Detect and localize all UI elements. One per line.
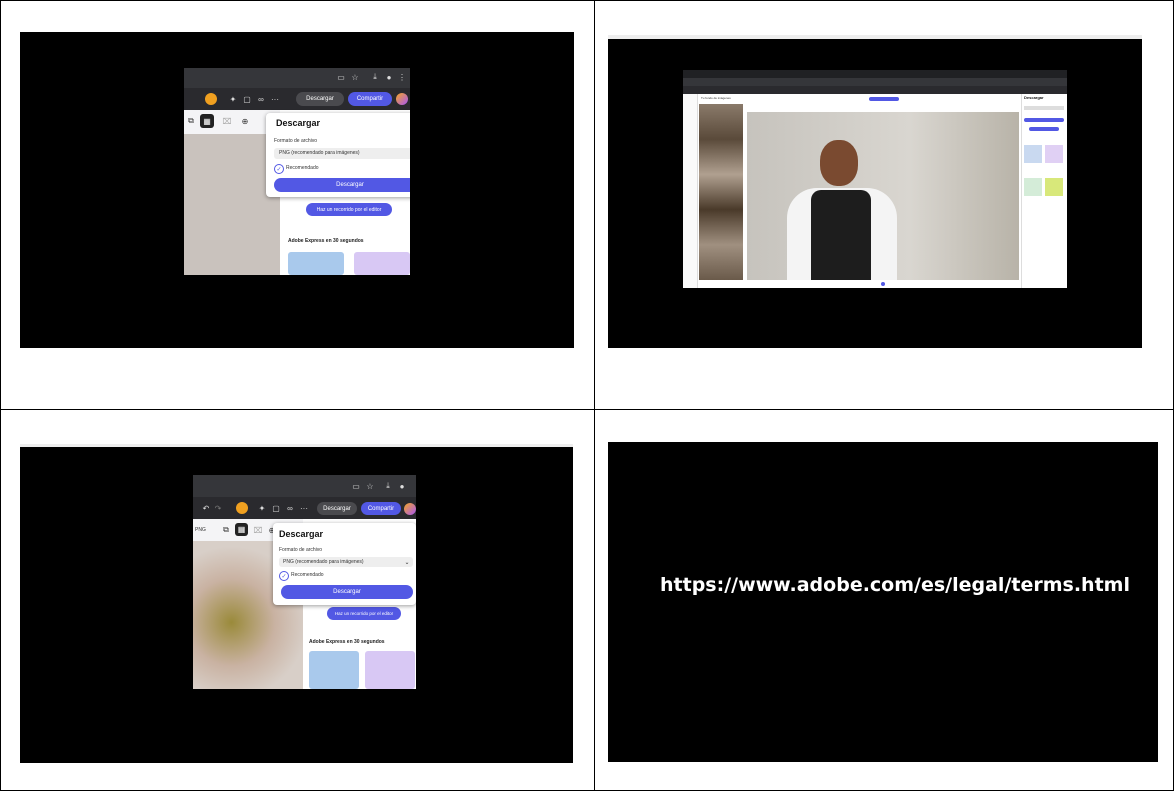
- panel-3-screenshot: ▭ ☆ ⤓ ● ↶ ↷ ✦ ▢ ∞ ··· Descargar Comparti…: [193, 475, 416, 689]
- panel-1-screenshot: ▭ ☆ ⤓ ● ⋮ ✦ ▢ ∞ ··· Descargar Compartir …: [184, 68, 410, 275]
- video-thumb-2[interactable]: [365, 651, 415, 689]
- undo-icon[interactable]: ↶: [201, 503, 211, 513]
- thumbnail-column: [699, 104, 743, 280]
- select-icon[interactable]: ▦: [200, 114, 214, 128]
- express-title: Adobe Express en 30 segundos: [288, 238, 364, 244]
- express-logo-icon[interactable]: [403, 502, 416, 515]
- format-value: PNG (recomendado para imágenes): [283, 559, 364, 565]
- redo-icon[interactable]: ↷: [213, 503, 223, 513]
- avatar-icon: [200, 92, 222, 106]
- format-value: PNG (recomendado para imágenes): [279, 150, 360, 156]
- tour-button[interactable]: Haz un recorrido por el editor: [327, 607, 401, 620]
- chevron-down-icon[interactable]: ⌄: [403, 558, 411, 566]
- right-thumb-2[interactable]: [1045, 145, 1063, 163]
- comment-icon[interactable]: ▢: [242, 94, 252, 104]
- grid-divider-vertical: [594, 0, 595, 791]
- right-panel-title: Descargar: [1024, 95, 1044, 100]
- share-button[interactable]: Compartir: [348, 92, 392, 106]
- panel-2-top-strip: [608, 35, 1142, 39]
- terms-url: https://www.adobe.com/es/legal/terms.htm…: [660, 574, 1130, 596]
- browser-address: [683, 78, 1067, 86]
- select-icon[interactable]: ▦: [235, 523, 248, 536]
- recommended-label: Recomendado: [286, 165, 319, 171]
- check-icon: ✓: [274, 164, 284, 174]
- left-header: Tu fondo de imágenes: [701, 96, 731, 100]
- video-thumb-1[interactable]: [288, 252, 344, 275]
- download-top-button[interactable]: Descargar: [317, 502, 357, 515]
- tour-button[interactable]: Haz un recorrido por el editor: [306, 203, 392, 216]
- copy-icon[interactable]: ⧉: [186, 116, 196, 126]
- download-button[interactable]: Descargar: [274, 178, 410, 192]
- more-icon[interactable]: ···: [299, 503, 309, 513]
- right-thumb-1[interactable]: [1024, 145, 1042, 163]
- boy-silhouette: [787, 140, 897, 280]
- app-header: [683, 86, 1067, 94]
- copy-icon[interactable]: ⧉: [221, 525, 231, 535]
- download-icon[interactable]: ⤓: [370, 72, 380, 82]
- panel-2-frame: Tu fondo de imágenes Descargar: [608, 35, 1142, 348]
- right-panel-button-2[interactable]: [1029, 127, 1059, 131]
- panel-4-frame: https://www.adobe.com/es/legal/terms.htm…: [608, 442, 1158, 762]
- browser-tabs: [683, 70, 1067, 78]
- star-icon[interactable]: ☆: [365, 481, 375, 491]
- star-icon[interactable]: ☆: [350, 72, 360, 82]
- profile-icon[interactable]: ●: [397, 481, 407, 491]
- settings-icon[interactable]: ⊕: [240, 116, 250, 126]
- popup-title: Descargar: [279, 529, 324, 539]
- download-icon[interactable]: ⤓: [383, 481, 393, 491]
- panel-3-top-strip: [20, 444, 573, 447]
- download-button[interactable]: Descargar: [281, 585, 413, 599]
- right-panel-button[interactable]: [1024, 118, 1064, 122]
- bulb-icon[interactable]: ✦: [228, 94, 238, 104]
- right-thumb-3[interactable]: [1024, 178, 1042, 196]
- slide-grid: ▭ ☆ ⤓ ● ⋮ ✦ ▢ ∞ ··· Descargar Compartir …: [0, 0, 1174, 791]
- video-thumb-2[interactable]: [354, 252, 410, 275]
- check-icon: ✓: [279, 571, 289, 581]
- page-indicator: [881, 282, 885, 286]
- format-label: Formato de archivo: [279, 547, 323, 553]
- canvas-top-button[interactable]: [869, 97, 899, 101]
- format-label: Formato de archivo: [274, 138, 318, 144]
- cast-icon[interactable]: ▭: [336, 72, 346, 82]
- link-icon[interactable]: ∞: [285, 503, 295, 513]
- panel-1-frame: ▭ ☆ ⤓ ● ⋮ ✦ ▢ ∞ ··· Descargar Compartir …: [20, 32, 574, 348]
- express-title: Adobe Express en 30 segundos: [309, 639, 385, 645]
- left-rail: [683, 94, 698, 288]
- cast-icon[interactable]: ▭: [351, 481, 361, 491]
- recommended-label: Recomendado: [291, 572, 324, 578]
- link-icon[interactable]: ∞: [256, 94, 266, 104]
- comment-icon[interactable]: ▢: [271, 503, 281, 513]
- menu-icon[interactable]: ⋮: [398, 72, 406, 82]
- panel-3-frame: ▭ ☆ ⤓ ● ↶ ↷ ✦ ▢ ∞ ··· Descargar Comparti…: [20, 444, 573, 763]
- popup-title: Descargar: [276, 118, 321, 128]
- more-icon[interactable]: ···: [270, 94, 280, 104]
- bulb-icon[interactable]: ✦: [257, 503, 267, 513]
- trash-icon[interactable]: ⌧: [253, 525, 263, 535]
- zoom-label[interactable]: PNG: [195, 527, 206, 533]
- profile-icon[interactable]: ●: [384, 72, 394, 82]
- video-thumb-1[interactable]: [309, 651, 359, 689]
- right-thumb-4[interactable]: [1045, 178, 1063, 196]
- share-button[interactable]: Compartir: [361, 502, 401, 515]
- panel-2-screenshot: Tu fondo de imágenes Descargar: [683, 70, 1067, 288]
- grid-divider-horizontal: [0, 409, 1174, 410]
- express-logo-icon[interactable]: [395, 92, 409, 106]
- trash-icon[interactable]: ⌧: [222, 116, 232, 126]
- avatar-icon: [231, 501, 253, 515]
- right-panel-select[interactable]: [1024, 106, 1064, 110]
- download-top-button[interactable]: Descargar: [296, 92, 344, 106]
